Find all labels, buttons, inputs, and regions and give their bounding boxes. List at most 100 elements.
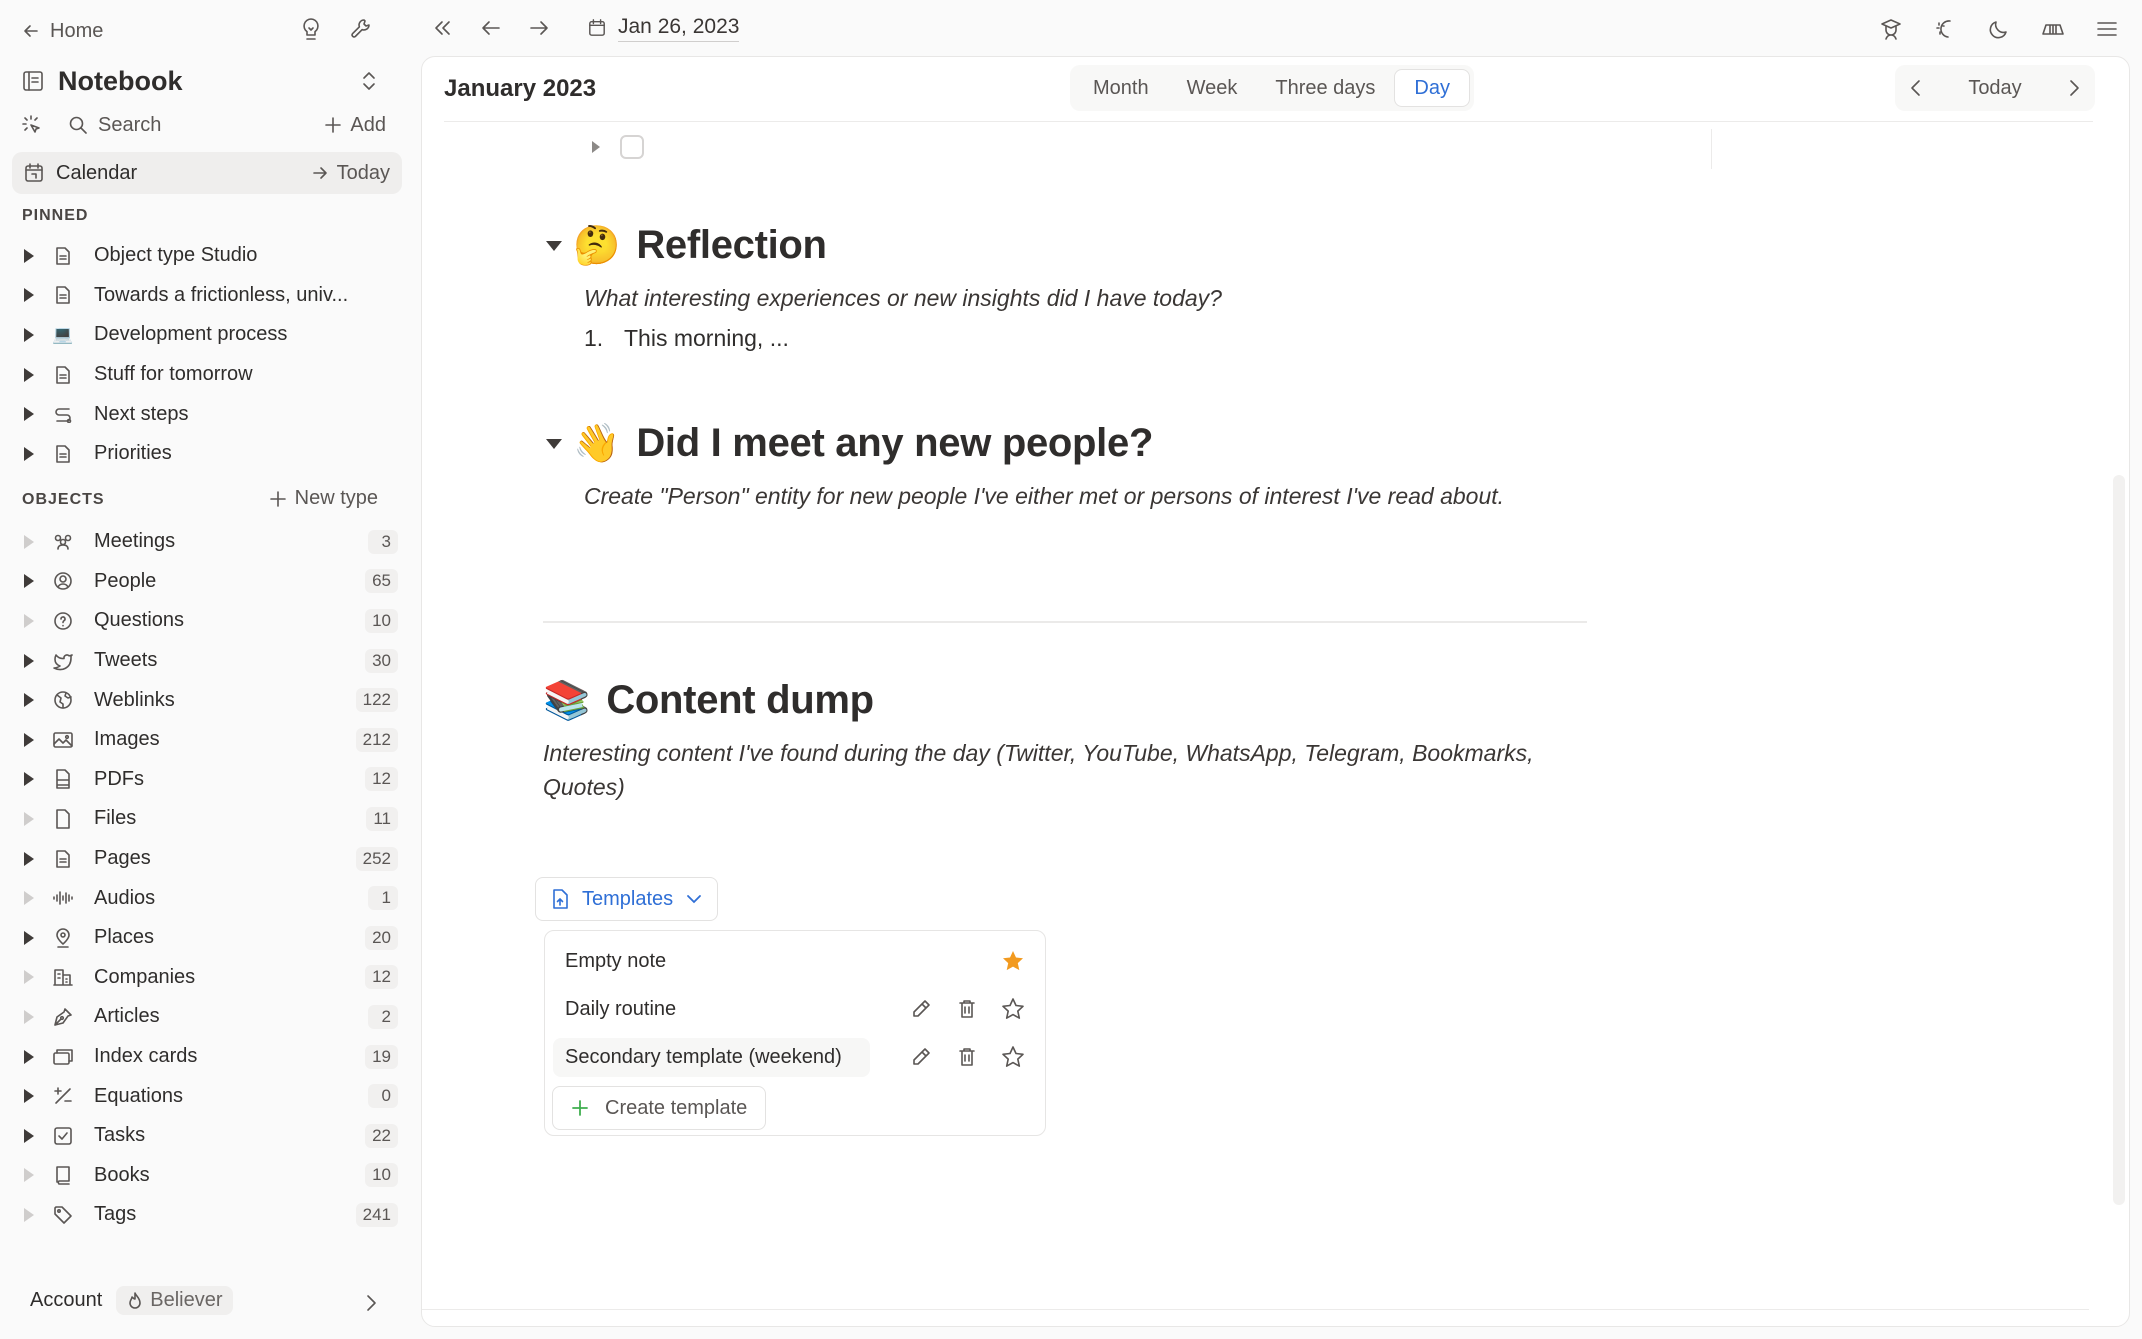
sidebar-item-label: Stuff for tomorrow [94,363,253,386]
expand-triangle-icon[interactable] [22,851,36,867]
sidebar-item-pdfs[interactable]: PDFs 12 [22,760,398,800]
template-item-empty-note[interactable]: Empty note [553,939,1037,983]
template-item-secondary-weekend[interactable]: Secondary template (weekend) [553,1035,1037,1079]
trash-icon[interactable] [955,997,979,1021]
chevron-right-icon[interactable] [364,1290,382,1316]
search-button[interactable]: Search [68,114,161,137]
sidebar-item-label: Tweets [94,649,158,672]
sidebar-item-audios[interactable]: Audios 1 [22,878,398,918]
tab-week[interactable]: Week [1168,69,1257,107]
date-picker[interactable]: Jan 26, 2023 [588,15,740,42]
sidebar-item-files[interactable]: Files 11 [22,799,398,839]
previous-day-button[interactable] [1909,77,1923,99]
sidebar-item-calendar[interactable]: Calendar Today [12,152,402,194]
expand-triangle-icon[interactable] [22,367,36,383]
sidebar-item-equations[interactable]: Equations 0 [22,1076,398,1116]
dark-mode-moon-icon[interactable] [1986,14,2012,44]
sidebar-item-books[interactable]: Books 10 [22,1156,398,1196]
today-button[interactable]: Today [1968,77,2021,100]
template-item-daily-routine[interactable]: Daily routine [553,987,1037,1031]
expand-triangle-icon[interactable] [22,930,36,946]
sidebar-item-pages[interactable]: Pages 252 [22,839,398,879]
sidebar-item-stuff-for-tomorrow[interactable]: Stuff for tomorrow [22,355,398,395]
sidebar-item-tasks[interactable]: Tasks 22 [22,1116,398,1156]
sidebar-item-index-cards[interactable]: Index cards 19 [22,1037,398,1077]
back-button[interactable] [474,12,508,44]
expand-triangle-icon[interactable] [22,969,36,985]
sidebar-item-images[interactable]: Images 212 [22,720,398,760]
calendar-today-link[interactable]: Today [311,162,390,185]
collapse-triangle-icon[interactable] [545,239,565,253]
collapse-sidebar-button[interactable] [426,12,460,44]
task-checkbox[interactable] [620,135,644,159]
lightbulb-icon[interactable] [298,14,324,44]
expand-triangle-icon[interactable] [22,1088,36,1104]
magic-sparkle-icon[interactable] [1932,14,1958,44]
new-type-button[interactable]: New type [269,487,378,510]
sidebar-item-tags[interactable]: Tags 241 [22,1195,398,1235]
sidebar-item-questions[interactable]: Questions 10 [22,601,398,641]
expand-triangle-icon[interactable] [22,890,36,906]
sidebar-item-places[interactable]: Places 20 [22,918,398,958]
trash-icon[interactable] [955,1045,979,1069]
sidebar-item-object-type-studio[interactable]: Object type Studio [22,236,398,276]
expand-triangle-icon[interactable] [22,1128,36,1144]
notebook-switcher[interactable] [356,66,382,96]
expand-triangle-icon[interactable] [22,248,36,264]
star-filled-icon[interactable] [1001,949,1025,973]
list-number: 1. [584,325,604,351]
expand-triangle-icon[interactable] [22,1207,36,1223]
templates-dropdown-button[interactable]: Templates [535,877,719,921]
item-count-badge: 1 [368,886,398,911]
home-link[interactable]: Home [22,14,103,48]
star-outline-icon[interactable] [1001,1045,1025,1069]
toolbox-icon[interactable] [2040,14,2066,44]
tab-day[interactable]: Day [1394,69,1470,107]
expand-triangle-icon[interactable] [22,692,36,708]
globe-icon [52,690,74,710]
expand-triangle-icon[interactable] [590,139,602,155]
expand-triangle-icon[interactable] [22,406,36,422]
tab-month[interactable]: Month [1074,69,1168,107]
wrench-icon[interactable] [348,14,374,44]
next-day-button[interactable] [2067,77,2081,99]
sidebar-item-next-steps[interactable]: Next steps [22,394,398,434]
expand-triangle-icon[interactable] [22,1009,36,1025]
sidebar-item-people[interactable]: People 65 [22,562,398,602]
graduation-cap-icon[interactable] [1878,14,1904,44]
account-row[interactable]: Account Believer [30,1286,233,1315]
list-item[interactable]: 1. This morning, ... [584,325,789,352]
sidebar-item-weblinks[interactable]: Weblinks 122 [22,680,398,720]
expand-triangle-icon[interactable] [22,653,36,669]
expand-triangle-icon[interactable] [22,327,36,343]
edit-pencil-icon[interactable] [909,1045,933,1069]
expand-triangle-icon[interactable] [22,771,36,787]
sidebar-item-meetings[interactable]: Meetings 3 [22,522,398,562]
expand-triangle-icon[interactable] [22,287,36,303]
tab-three-days[interactable]: Three days [1256,69,1394,107]
edit-pencil-icon[interactable] [909,997,933,1021]
menu-hamburger-icon[interactable] [2094,14,2120,44]
sidebar-item-development-process[interactable]: 💻 Development process [22,315,398,355]
expand-triangle-icon[interactable] [22,732,36,748]
expand-triangle-icon[interactable] [22,1167,36,1183]
sidebar-item-articles[interactable]: Articles 2 [22,997,398,1037]
expand-triangle-icon[interactable] [22,613,36,629]
sparkle-cursor-icon[interactable] [22,115,44,135]
sidebar-item-tweets[interactable]: Tweets 30 [22,641,398,681]
add-button[interactable]: Add [324,114,386,137]
expand-triangle-icon[interactable] [22,446,36,462]
create-template-button[interactable]: Create template [552,1086,767,1130]
collapse-triangle-icon[interactable] [545,437,565,451]
sidebar-item-towards-a-frictionless-univ[interactable]: Towards a frictionless, univ... [22,276,398,316]
expand-triangle-icon[interactable] [22,534,36,550]
vertical-scrollbar[interactable] [2113,475,2125,1205]
expand-triangle-icon[interactable] [22,811,36,827]
expand-triangle-icon[interactable] [22,1049,36,1065]
forward-button[interactable] [522,12,556,44]
expand-triangle-icon[interactable] [22,573,36,589]
question-icon [52,611,74,631]
sidebar-item-priorities[interactable]: Priorities [22,434,398,474]
sidebar-item-companies[interactable]: Companies 12 [22,958,398,998]
star-outline-icon[interactable] [1001,997,1025,1021]
